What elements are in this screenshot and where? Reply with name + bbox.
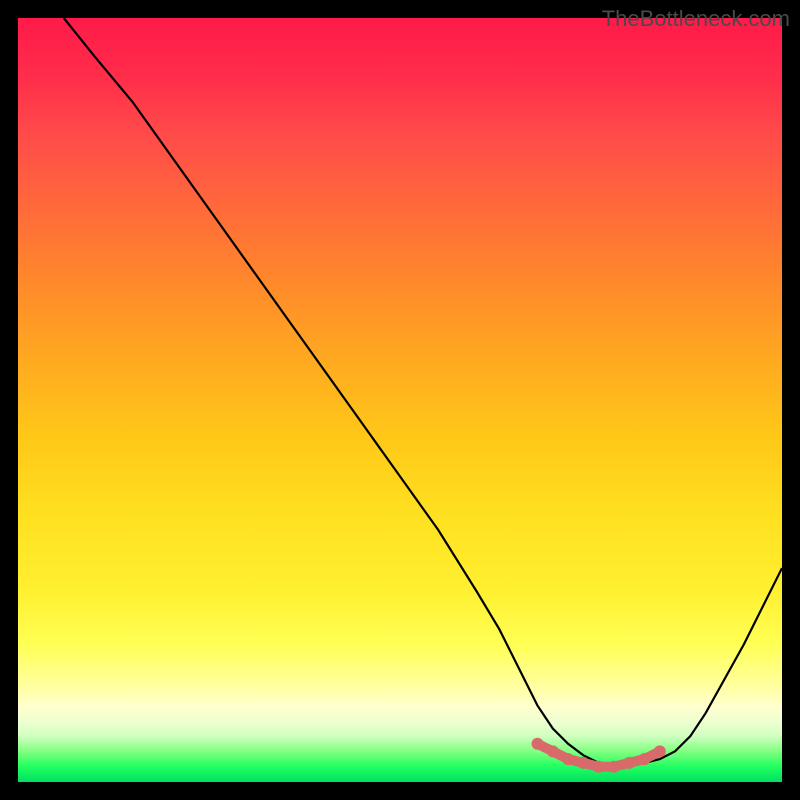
optimal-marker [639, 753, 651, 765]
optimal-marker [532, 738, 544, 750]
plot-area [18, 18, 782, 782]
optimal-marker [623, 757, 635, 769]
optimal-marker [577, 757, 589, 769]
optimal-marker [547, 745, 559, 757]
optimal-marker [654, 745, 666, 757]
curve-path [64, 18, 782, 767]
optimal-marker [593, 761, 605, 773]
watermark-text: TheBottleneck.com [602, 6, 790, 32]
optimal-marker [608, 761, 620, 773]
optimal-markers [532, 738, 666, 773]
optimal-marker [562, 753, 574, 765]
bottleneck-curve-svg [18, 18, 782, 782]
